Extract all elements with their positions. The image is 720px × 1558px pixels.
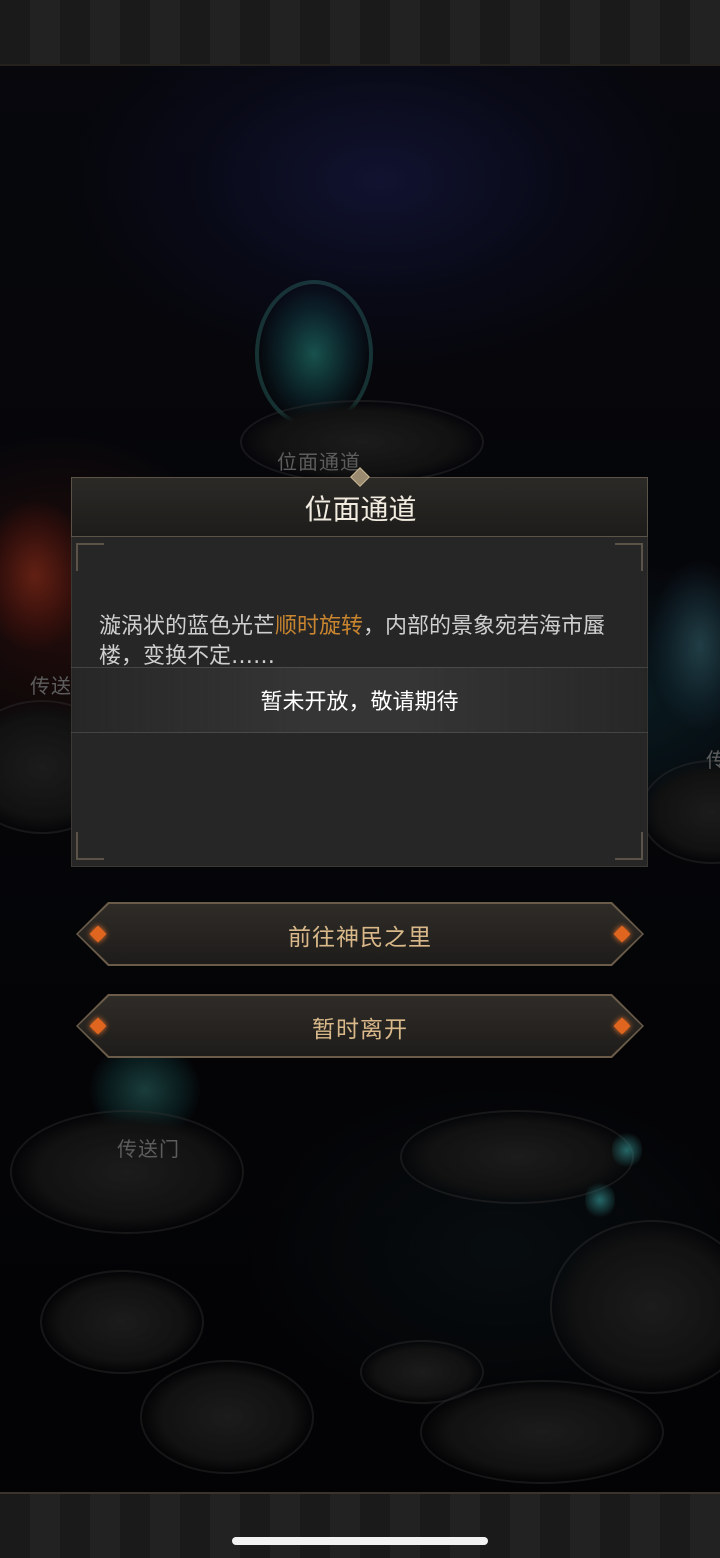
description-text: 漩涡状的蓝色光芒 [99, 614, 276, 639]
corner-ornament [615, 832, 643, 860]
bottom-frame-border [0, 1492, 720, 1558]
home-indicator[interactable] [232, 1537, 488, 1545]
leave-button[interactable]: 暂时离开 [76, 994, 644, 1058]
corner-ornament [76, 832, 104, 860]
corner-ornament [615, 543, 643, 571]
toast-text: 暂未开放，敬请期待 [260, 690, 459, 715]
dialog-description: 漩涡状的蓝色光芒顺时旋转，内部的景象宛若海市蜃楼，变换不定…… [99, 612, 624, 672]
corner-ornament [76, 543, 104, 571]
button-label: 前往神民之里 [288, 925, 432, 951]
dialog-title: 位面通道 [304, 493, 417, 526]
description-highlight: 顺时旋转 [275, 614, 364, 639]
location-dialog: 位面通道 漩涡状的蓝色光芒顺时旋转，内部的景象宛若海市蜃楼，变换不定…… 暂未开… [71, 467, 648, 867]
top-frame-border [0, 0, 720, 66]
go-to-village-button[interactable]: 前往神民之里 [76, 902, 644, 966]
toast-message: 暂未开放，敬请期待 [71, 667, 648, 733]
button-label: 暂时离开 [312, 1017, 408, 1043]
